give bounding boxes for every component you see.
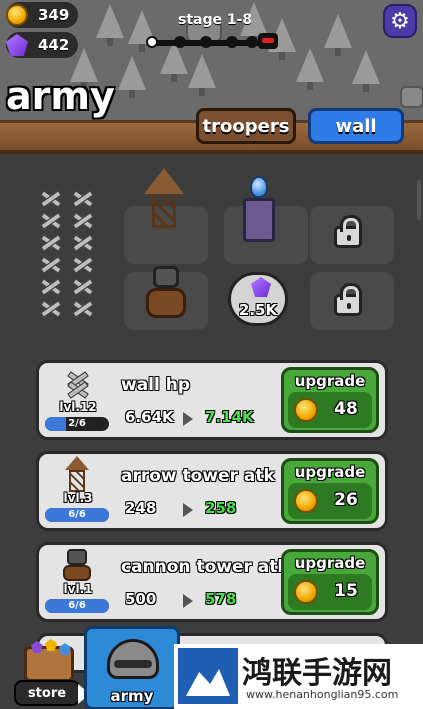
- gem-icon: [251, 277, 271, 297]
- nav-army-label: army: [110, 687, 154, 705]
- next-value: 578: [205, 590, 237, 608]
- scrollbar[interactable]: [417, 180, 421, 220]
- arrow-right-icon: [183, 503, 193, 517]
- upgrade-card-cannon-tower: cannon tower atk lvl.1 6/6 500 578 upgra…: [36, 542, 388, 622]
- arrow-right-icon: [183, 412, 193, 426]
- coin-icon: [294, 398, 318, 422]
- upgrade-button-wall-hp[interactable]: upgrade 48: [281, 367, 379, 433]
- watermark-url: www.henanhonglian95.com: [246, 688, 399, 701]
- watermark-text: 鸿联手游网: [242, 656, 392, 691]
- progress-text: 6/6: [68, 509, 86, 520]
- lock-icon: [334, 215, 362, 248]
- coin-counter: 349: [6, 2, 78, 28]
- nav-army-button[interactable]: army: [84, 626, 180, 709]
- stage-node: [174, 36, 186, 48]
- arrow-tower-icon: [57, 456, 97, 492]
- upgrade-name: arrow tower atk: [121, 466, 275, 486]
- gear-icon: ⚙: [390, 8, 410, 34]
- upgrade-button-label: upgrade: [294, 463, 366, 481]
- stage-node: [200, 36, 212, 48]
- boss-icon: [258, 33, 278, 49]
- coin-icon: [6, 4, 28, 26]
- cannon-tower-icon: [57, 547, 97, 583]
- lock-icon: [334, 283, 362, 316]
- gem-counter: 442: [6, 32, 78, 58]
- arrow-right-icon: [183, 594, 193, 608]
- upgrade-level: lvl.1: [63, 582, 93, 596]
- upgrade-progress-bar: 6/6: [45, 599, 109, 613]
- stage-label: stage 1-8: [178, 12, 253, 28]
- upgrade-name: cannon tower atk: [121, 557, 289, 577]
- nav-store-label: store: [27, 685, 67, 701]
- arrow-tower-icon: [144, 168, 184, 228]
- coin-icon: [294, 489, 318, 513]
- wall-segments: [36, 192, 102, 327]
- buy-slot-cost: 2.5K: [238, 301, 278, 319]
- next-value: 7.14K: [205, 408, 254, 426]
- upgrade-cost: 15: [334, 581, 358, 601]
- upgrade-progress-bar: 6/6: [45, 508, 109, 522]
- progress-text: 2/6: [68, 418, 86, 429]
- upgrade-card-arrow-tower: arrow tower atk lvl.3 6/6 248 258 upgrad…: [36, 451, 388, 531]
- nav-store-button[interactable]: store: [14, 680, 80, 706]
- current-value: 248: [125, 499, 157, 517]
- upgrade-button-label: upgrade: [294, 554, 366, 572]
- upgrade-button-arrow-tower[interactable]: upgrade 26: [281, 458, 379, 524]
- next-value: 258: [205, 499, 237, 517]
- wall-icon: [57, 365, 97, 401]
- coin-amount: 349: [38, 6, 70, 24]
- current-value: 500: [125, 590, 157, 608]
- cannon-tower-icon: [146, 288, 186, 318]
- coin-icon: [294, 580, 318, 604]
- orb-icon: [250, 176, 268, 198]
- current-value: 6.64K: [125, 408, 174, 426]
- upgrade-level: lvl.12: [59, 400, 97, 414]
- helmet-icon: [107, 639, 159, 679]
- watermark: 鸿联手游网 www.henanhonglian95.com: [174, 644, 423, 709]
- upgrade-button-cannon-tower[interactable]: upgrade 15: [281, 549, 379, 615]
- mage-tower-icon: [243, 198, 275, 242]
- watermark-logo-icon: [178, 648, 238, 704]
- upgrade-cost: 26: [334, 490, 358, 510]
- tab-wall[interactable]: wall: [308, 108, 404, 144]
- upgrade-card-wall-hp: wall hp lvl.12 2/6 6.64K 7.14K upgrade 4…: [36, 360, 388, 440]
- page-title: army: [6, 74, 115, 118]
- stage-node-current: [146, 36, 158, 48]
- upgrade-level: lvl.3: [63, 491, 93, 505]
- upgrade-progress-bar: 2/6: [45, 417, 109, 431]
- cannon-barrel-icon: [153, 266, 179, 288]
- tab-troopers[interactable]: troopers: [196, 108, 296, 144]
- settings-button[interactable]: ⚙: [383, 4, 417, 38]
- progress-text: 6/6: [68, 600, 86, 611]
- stage-node: [246, 36, 258, 48]
- stage-progress-track: [146, 33, 278, 49]
- upgrade-name: wall hp: [121, 375, 191, 395]
- stage-node: [226, 36, 238, 48]
- gem-amount: 442: [38, 36, 70, 54]
- chest-icon: [24, 639, 74, 682]
- buy-slot-button[interactable]: 2.5K: [228, 272, 288, 326]
- gem-icon: [6, 34, 28, 56]
- upgrade-button-label: upgrade: [294, 372, 366, 390]
- upgrade-cost: 48: [334, 399, 358, 419]
